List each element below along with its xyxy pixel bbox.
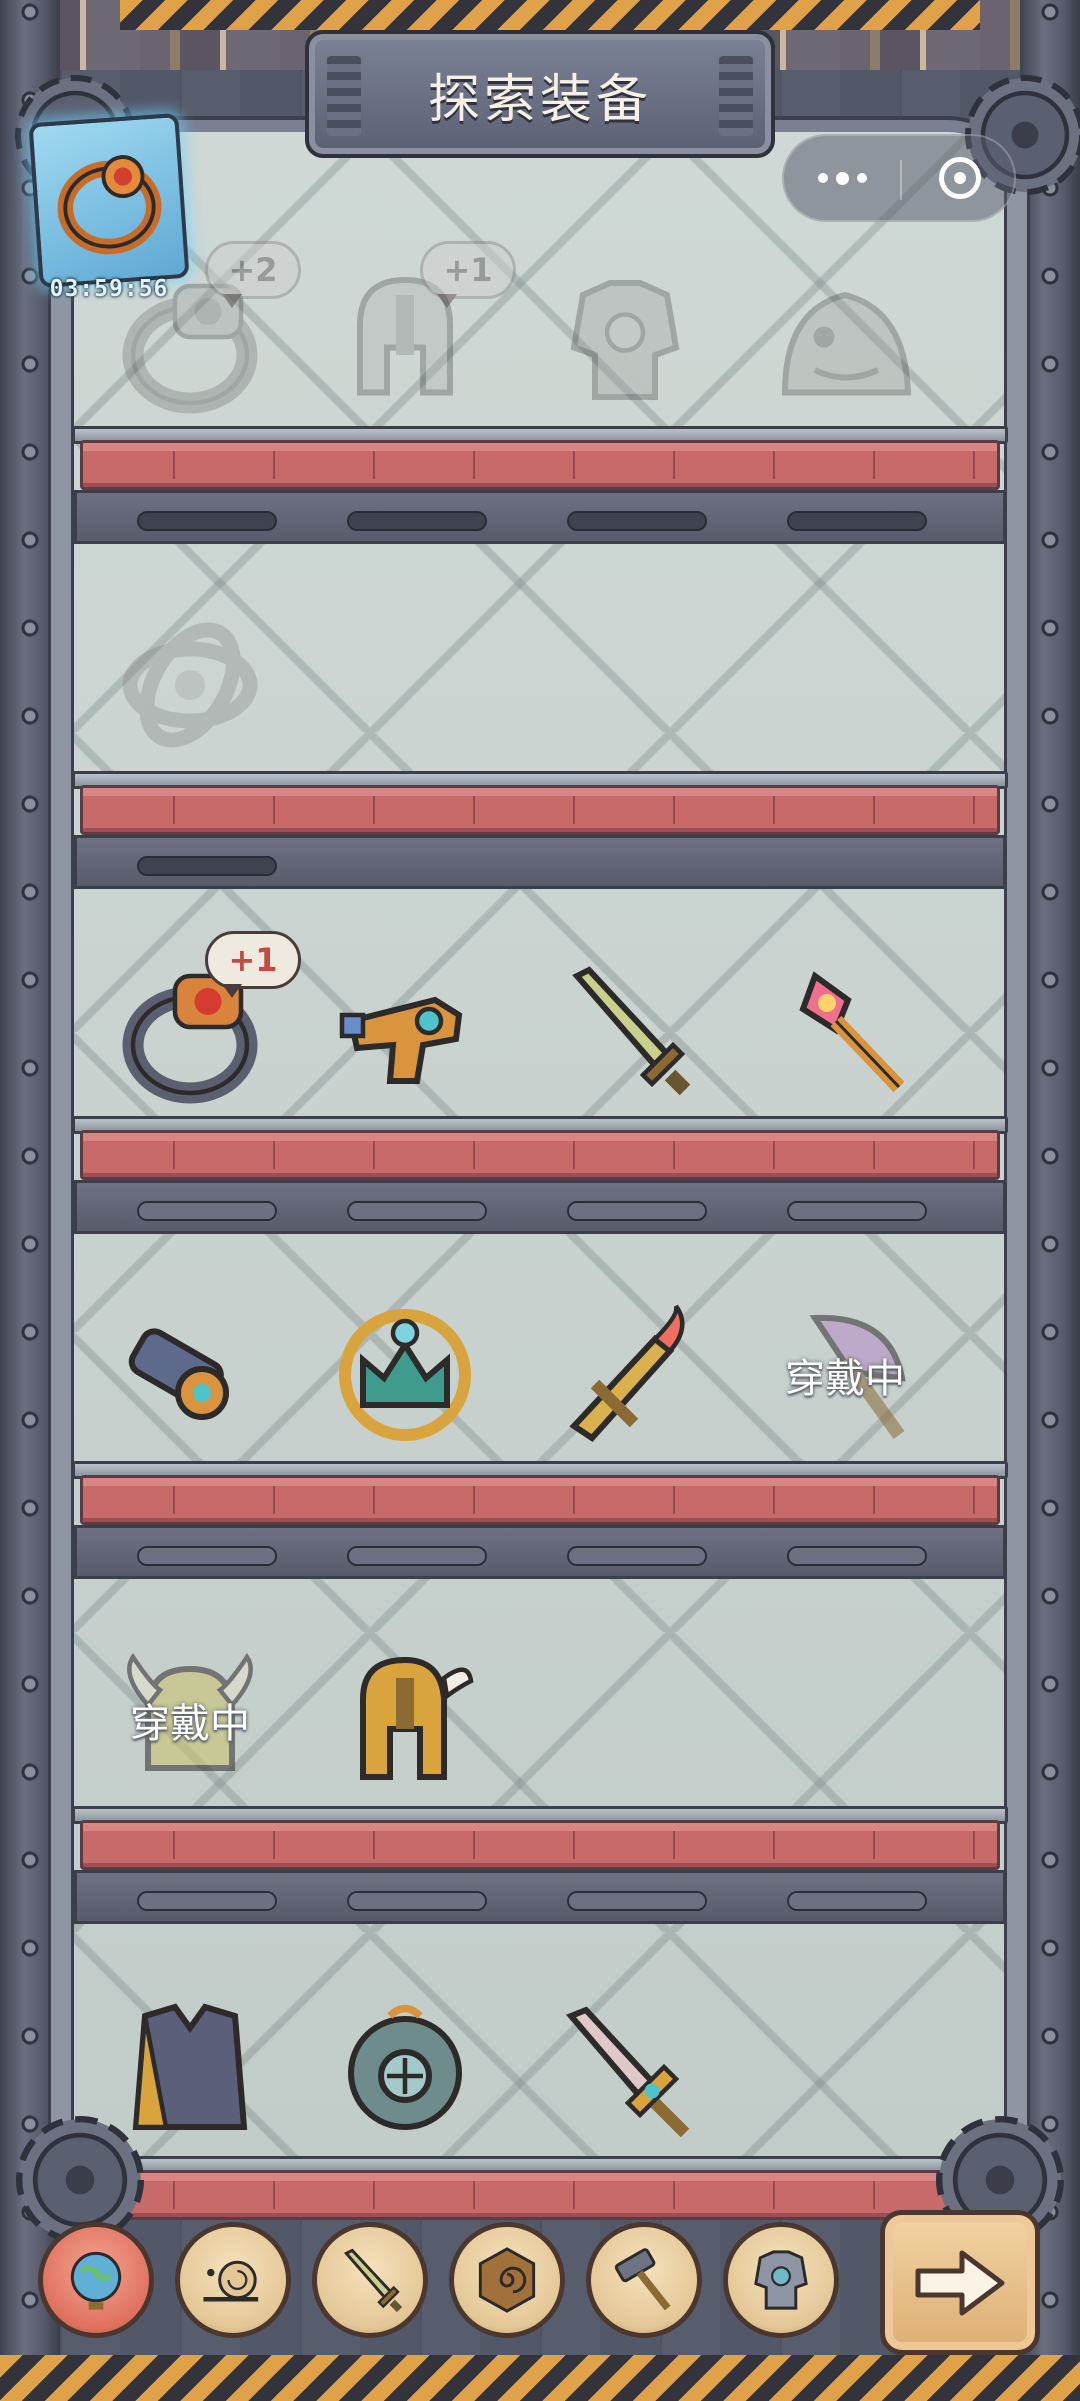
title-plate: 探索装备 [305, 30, 775, 158]
shelf-rack [80, 1820, 1000, 1870]
blaster-gun-icon [339, 996, 463, 1084]
arrow-right-icon [915, 2250, 1005, 2315]
slot-indicator [137, 1891, 277, 1911]
equipment-item[interactable] [540, 1290, 710, 1460]
cabinet-rail-left [48, 140, 74, 2220]
sword-icon [572, 966, 691, 1096]
equipment-item[interactable]: +1 [105, 931, 301, 1115]
sword-icon [343, 2248, 403, 2313]
next-button[interactable] [880, 2210, 1040, 2355]
equipment-item[interactable] [105, 600, 275, 770]
level-badge: +2 [205, 241, 301, 308]
equipment-item[interactable]: 穿戴中 [105, 1635, 275, 1805]
slot-indicator [787, 1546, 927, 1566]
equipment-item[interactable] [320, 945, 490, 1115]
slot-indicator [567, 1546, 707, 1566]
equipment-item[interactable]: 穿戴中 [760, 1290, 930, 1460]
slot-indicator [787, 1201, 927, 1221]
gyro-ring-icon [122, 622, 258, 748]
equipment-item[interactable] [105, 1290, 275, 1460]
slot-indicator [137, 1201, 277, 1221]
page-title: 探索装备 [427, 69, 652, 130]
toolbar-tab-hammer[interactable] [586, 2222, 702, 2338]
shelf-base [74, 835, 1006, 889]
slot-indicator [347, 1546, 487, 1566]
shelf-base [74, 490, 1006, 544]
equipment-item[interactable] [540, 255, 710, 425]
spiral-shield-icon [478, 2247, 536, 2313]
slot-indicator [137, 1546, 277, 1566]
equipment-item[interactable] [760, 255, 930, 425]
bottom-hazard-stripes [0, 2355, 1080, 2401]
game-scene: 探索装备 03:59:56 +2 +1 +1 穿戴中 穿戴中 [0, 0, 1080, 2401]
knight-helmet-icon [360, 1656, 474, 1780]
armor-icon [570, 280, 680, 400]
mini-program-capsule [782, 134, 1016, 222]
slot-indicator [787, 511, 927, 531]
toolbar-tab-globe[interactable] [38, 2222, 154, 2338]
crystal-staff-icon [799, 971, 905, 1093]
slot-indicator [137, 856, 277, 876]
more-dots-icon[interactable] [784, 136, 901, 220]
globe-icon [70, 2251, 122, 2310]
equipment-item[interactable] [760, 945, 930, 1115]
cabinet-rail-right [1004, 140, 1030, 2220]
level-badge: +1 [420, 241, 516, 308]
fish-armor-icon [781, 291, 912, 396]
slot-indicator [347, 1891, 487, 1911]
gem-sword-icon [565, 2006, 690, 2138]
shelf-rack [80, 785, 1000, 835]
shelf-base [74, 1180, 1006, 1234]
toolbar-tab-sword[interactable] [312, 2222, 428, 2338]
equipped-label: 穿戴中 [130, 1701, 250, 1747]
slot-indicator [347, 1201, 487, 1221]
top-hazard-stripes [120, 0, 980, 30]
hammer-icon [614, 2248, 671, 2311]
target-circle-icon[interactable] [901, 136, 1018, 220]
coat-armor-icon [132, 2003, 248, 2130]
cannon-gun-icon [128, 1328, 229, 1420]
toolbar-tab-snail[interactable] [175, 2222, 291, 2338]
crown-icon [339, 1309, 471, 1441]
shelf-rack [80, 1130, 1000, 1180]
equipped-label: 穿戴中 [785, 1356, 905, 1402]
equipment-item[interactable] [540, 945, 710, 1115]
equipment-item[interactable] [320, 1635, 490, 1805]
slot-indicator [567, 511, 707, 531]
equipment-item[interactable]: +2 [105, 241, 301, 425]
shelf-rack [80, 2170, 1000, 2220]
shelf-base [74, 1525, 1006, 1579]
level-badge: +1 [205, 931, 301, 998]
slot-indicator [347, 511, 487, 531]
toolbar-tab-armor[interactable] [723, 2222, 839, 2338]
equipment-item[interactable] [105, 1985, 275, 2155]
slot-indicator [567, 1891, 707, 1911]
ring-icon [57, 155, 162, 255]
slot-indicator [567, 1201, 707, 1221]
equipment-item[interactable]: +1 [320, 241, 516, 425]
flame-sword-icon [569, 1304, 685, 1442]
equipment-item[interactable] [320, 1985, 490, 2155]
diving-helmet-icon [348, 2004, 462, 2130]
shelf-rack [80, 440, 1000, 490]
armor-icon [754, 2250, 808, 2310]
shelf-base [74, 1870, 1006, 1924]
shelf-rack [80, 1475, 1000, 1525]
equipment-item[interactable] [540, 1985, 710, 2155]
slot-indicator [137, 511, 277, 531]
toolbar-tab-spiral-shield[interactable] [449, 2222, 565, 2338]
slot-indicator [787, 1891, 927, 1911]
snail-icon [203, 2260, 259, 2302]
equipment-item[interactable] [320, 1290, 490, 1460]
